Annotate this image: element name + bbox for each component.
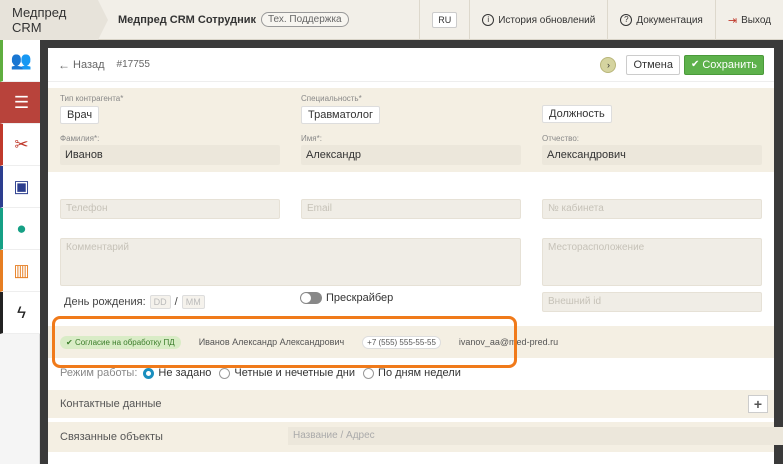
- patronymic-input[interactable]: Александрович: [542, 145, 762, 165]
- radio-dot-icon: [363, 367, 375, 379]
- contacts-section-title: Контактные данные: [60, 398, 162, 410]
- radio-label: Не задано: [158, 367, 212, 379]
- email-input[interactable]: Email: [301, 199, 521, 219]
- first-name-input[interactable]: Александр: [301, 145, 521, 165]
- position-field: Должность: [542, 105, 612, 123]
- work-mode-label: Режим работы:: [60, 367, 138, 379]
- radio-even-odd[interactable]: Четные и нечетные дни: [219, 367, 355, 379]
- birthday-label: День рождения:: [64, 296, 146, 308]
- contractor-type-field: Тип контрагента* Врач: [60, 94, 123, 124]
- exit-label: Выход: [741, 14, 771, 26]
- bar-chart-icon[interactable]: ▥: [0, 250, 40, 292]
- radio-dot-icon: [219, 367, 231, 379]
- specialty-label: Специальность*: [301, 94, 362, 103]
- map-marker-icon[interactable]: ●: [0, 208, 40, 250]
- radio-not-set[interactable]: Не задано: [143, 367, 211, 379]
- last-name-field: Фамилия*: Иванов: [60, 134, 280, 165]
- database-icon[interactable]: ☰: [0, 82, 40, 124]
- cabinet-input[interactable]: № кабинета: [542, 199, 762, 219]
- position-button[interactable]: Должность: [542, 105, 612, 123]
- check-icon: ✔: [690, 59, 700, 70]
- prescriber-toggle[interactable]: [300, 292, 322, 304]
- updates-link[interactable]: i История обновлений: [469, 0, 607, 40]
- first-name-label: Имя*:: [301, 134, 322, 143]
- highlight-frame: [52, 316, 517, 368]
- panel-header: ← Назад #17755 › Отмена ✔ Сохранить: [48, 48, 774, 82]
- linked-objects-placeholder: Название / Адрес: [293, 430, 375, 441]
- date-separator: /: [174, 296, 178, 308]
- tools-icon[interactable]: ✂: [0, 124, 40, 166]
- sidebar: 👥 ☰ ✂ ▣ ● ▥ ϟ: [0, 40, 40, 464]
- cancel-button[interactable]: Отмена: [626, 54, 680, 75]
- linked-section: Связанные объекты Название / Адрес ▼: [48, 422, 783, 452]
- external-id-input[interactable]: Внешний id: [542, 292, 762, 312]
- back-label: Назад: [73, 58, 105, 71]
- info-icon: i: [482, 14, 495, 26]
- arrow-left-icon: ←: [58, 57, 70, 72]
- prescriber-toggle-row: Прескрайбер: [300, 292, 393, 304]
- day-select[interactable]: DD: [149, 295, 171, 309]
- app-title: Медпред CRM Сотрудник: [118, 13, 256, 26]
- month-select[interactable]: MM: [181, 295, 205, 309]
- brand-logo[interactable]: Медпред CRM: [0, 0, 108, 40]
- save-label: Сохранить: [702, 58, 757, 71]
- record-id: #17755: [116, 59, 150, 70]
- users-icon[interactable]: 👥: [0, 40, 40, 82]
- sign-out-icon: ⇥: [727, 14, 738, 27]
- specialty-select[interactable]: Травматолог: [301, 106, 380, 124]
- radio-dot-icon: [143, 367, 155, 379]
- chevron-right-icon[interactable]: ›: [600, 56, 617, 73]
- last-name-label: Фамилия*:: [60, 134, 100, 143]
- contacts-section[interactable]: Контактные данные +: [48, 390, 774, 418]
- comment-textarea[interactable]: Комментарий: [60, 238, 521, 286]
- birthday-field: День рождения: DD / MM: [64, 295, 209, 309]
- contractor-type-label: Тип контрагента*: [60, 94, 124, 103]
- language-label: RU: [432, 12, 458, 28]
- role-badge: Тех. Поддержка: [260, 12, 349, 27]
- specialty-field: Специальность* Травматолог: [301, 94, 380, 124]
- bolt-icon[interactable]: ϟ: [0, 292, 40, 334]
- top-bar: Медпред CRM Медпред CRM Сотрудник Тех. П…: [0, 0, 783, 40]
- contractor-type-select[interactable]: Врач: [60, 106, 100, 124]
- location-textarea[interactable]: Месторасположение: [542, 238, 762, 286]
- radio-label: Четные и нечетные дни: [234, 367, 356, 379]
- linked-objects-select[interactable]: Название / Адрес ▼: [288, 427, 783, 445]
- docs-label: Документация: [636, 14, 703, 26]
- prescriber-label: Прескрайбер: [326, 292, 394, 304]
- calendar-check-icon[interactable]: ▣: [0, 166, 40, 208]
- patronymic-label: Отчество:: [542, 134, 579, 143]
- phone-input[interactable]: Телефон: [60, 199, 280, 219]
- docs-link[interactable]: ? Документация: [607, 0, 715, 40]
- language-switch[interactable]: RU: [419, 0, 469, 40]
- patronymic-field: Отчество: Александрович: [542, 134, 762, 165]
- first-name-field: Имя*: Александр: [301, 134, 521, 165]
- save-button[interactable]: ✔ Сохранить: [683, 54, 764, 75]
- last-name-input[interactable]: Иванов: [60, 145, 280, 165]
- linked-section-title: Связанные объекты: [60, 431, 163, 443]
- radio-label: По дням недели: [378, 367, 461, 379]
- back-button[interactable]: ← Назад: [58, 58, 105, 72]
- add-contact-button[interactable]: +: [748, 395, 768, 413]
- question-icon: ?: [620, 14, 633, 26]
- radio-weekdays[interactable]: По дням недели: [363, 367, 461, 379]
- updates-label: История обновлений: [498, 14, 596, 26]
- work-mode-row: Режим работы: Не задано Четные и нечетны…: [48, 362, 774, 384]
- exit-link[interactable]: ⇥ Выход: [714, 0, 783, 40]
